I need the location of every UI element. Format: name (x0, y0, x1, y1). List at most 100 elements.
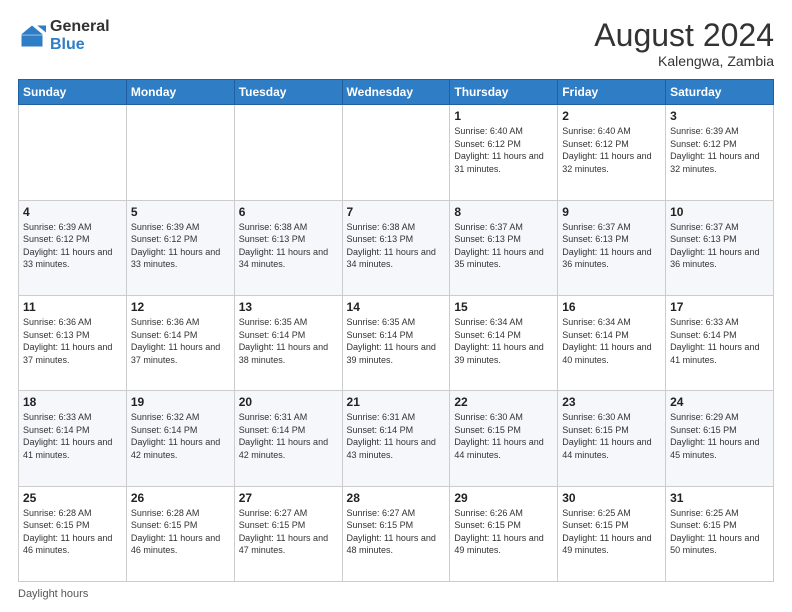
day-number: 2 (562, 109, 661, 123)
calendar-day-header: Monday (126, 80, 234, 105)
day-number: 29 (454, 491, 553, 505)
day-info: Sunrise: 6:26 AMSunset: 6:15 PMDaylight:… (454, 507, 553, 557)
day-number: 3 (670, 109, 769, 123)
day-number: 12 (131, 300, 230, 314)
day-info: Sunrise: 6:34 AMSunset: 6:14 PMDaylight:… (454, 316, 553, 366)
calendar-cell: 12 Sunrise: 6:36 AMSunset: 6:14 PMDayligh… (126, 295, 234, 390)
calendar-day-header: Friday (558, 80, 666, 105)
logo-blue-text: Blue (50, 36, 85, 53)
day-info: Sunrise: 6:25 AMSunset: 6:15 PMDaylight:… (670, 507, 769, 557)
day-info: Sunrise: 6:38 AMSunset: 6:13 PMDaylight:… (347, 221, 446, 271)
day-info: Sunrise: 6:28 AMSunset: 6:15 PMDaylight:… (23, 507, 122, 557)
calendar-cell: 19 Sunrise: 6:32 AMSunset: 6:14 PMDayligh… (126, 391, 234, 486)
calendar-header-row: SundayMondayTuesdayWednesdayThursdayFrid… (19, 80, 774, 105)
page: General Blue August 2024 Kalengwa, Zambi… (0, 0, 792, 612)
calendar-cell: 8 Sunrise: 6:37 AMSunset: 6:13 PMDaylight… (450, 200, 558, 295)
calendar-cell: 3 Sunrise: 6:39 AMSunset: 6:12 PMDaylight… (666, 105, 774, 200)
location: Kalengwa, Zambia (594, 53, 774, 69)
day-info: Sunrise: 6:31 AMSunset: 6:14 PMDaylight:… (239, 411, 338, 461)
day-number: 4 (23, 205, 122, 219)
calendar-cell: 23Sunrise: 6:30 AMSunset: 6:15 PMDayligh… (558, 391, 666, 486)
calendar-week-row: 18 Sunrise: 6:33 AMSunset: 6:14 PMDayligh… (19, 391, 774, 486)
logo-general-text: General (50, 18, 110, 35)
calendar-cell: 29 Sunrise: 6:26 AMSunset: 6:15 PMDayligh… (450, 486, 558, 581)
calendar-cell: 17 Sunrise: 6:33 AMSunset: 6:14 PMDayligh… (666, 295, 774, 390)
calendar-cell (342, 105, 450, 200)
day-number: 9 (562, 205, 661, 219)
day-number: 28 (347, 491, 446, 505)
day-info: Sunrise: 6:32 AMSunset: 6:14 PMDaylight:… (131, 411, 230, 461)
month-year: August 2024 (594, 18, 774, 53)
day-number: 31 (670, 491, 769, 505)
day-info: Sunrise: 6:30 AMSunset: 6:15 PMDaylight:… (562, 411, 661, 461)
calendar-day-header: Wednesday (342, 80, 450, 105)
day-number: 21 (347, 395, 446, 409)
day-info: Sunrise: 6:35 AMSunset: 6:14 PMDaylight:… (347, 316, 446, 366)
day-info: Sunrise: 6:39 AMSunset: 6:12 PMDaylight:… (131, 221, 230, 271)
calendar-cell: 16 Sunrise: 6:34 AMSunset: 6:14 PMDayligh… (558, 295, 666, 390)
day-info: Sunrise: 6:37 AMSunset: 6:13 PMDaylight:… (670, 221, 769, 271)
calendar-day-header: Saturday (666, 80, 774, 105)
calendar-table: SundayMondayTuesdayWednesdayThursdayFrid… (18, 79, 774, 582)
calendar-cell (19, 105, 127, 200)
calendar-day-header: Thursday (450, 80, 558, 105)
day-info: Sunrise: 6:33 AMSunset: 6:14 PMDaylight:… (23, 411, 122, 461)
calendar-day-header: Sunday (19, 80, 127, 105)
calendar-cell: 30Sunrise: 6:25 AMSunset: 6:15 PMDayligh… (558, 486, 666, 581)
day-info: Sunrise: 6:31 AMSunset: 6:14 PMDaylight:… (347, 411, 446, 461)
calendar-cell: 14 Sunrise: 6:35 AMSunset: 6:14 PMDayligh… (342, 295, 450, 390)
day-info: Sunrise: 6:34 AMSunset: 6:14 PMDaylight:… (562, 316, 661, 366)
calendar-cell: 21 Sunrise: 6:31 AMSunset: 6:14 PMDayligh… (342, 391, 450, 486)
calendar-cell: 4Sunrise: 6:39 AMSunset: 6:12 PMDaylight… (19, 200, 127, 295)
calendar-cell: 2 Sunrise: 6:40 AMSunset: 6:12 PMDaylight… (558, 105, 666, 200)
day-info: Sunrise: 6:36 AMSunset: 6:13 PMDaylight:… (23, 316, 122, 366)
calendar-cell: 20Sunrise: 6:31 AMSunset: 6:14 PMDayligh… (234, 391, 342, 486)
calendar-cell: 5 Sunrise: 6:39 AMSunset: 6:12 PMDaylight… (126, 200, 234, 295)
calendar-week-row: 1 Sunrise: 6:40 AMSunset: 6:12 PMDaylight… (19, 105, 774, 200)
calendar-cell: 27 Sunrise: 6:27 AMSunset: 6:15 PMDayligh… (234, 486, 342, 581)
calendar-week-row: 25 Sunrise: 6:28 AMSunset: 6:15 PMDayligh… (19, 486, 774, 581)
day-number: 18 (23, 395, 122, 409)
day-number: 6 (239, 205, 338, 219)
day-number: 22 (454, 395, 553, 409)
day-info: Sunrise: 6:33 AMSunset: 6:14 PMDaylight:… (670, 316, 769, 366)
calendar-cell: 11Sunrise: 6:36 AMSunset: 6:13 PMDayligh… (19, 295, 127, 390)
day-number: 5 (131, 205, 230, 219)
day-info: Sunrise: 6:35 AMSunset: 6:14 PMDaylight:… (239, 316, 338, 366)
calendar-cell: 25 Sunrise: 6:28 AMSunset: 6:15 PMDayligh… (19, 486, 127, 581)
day-info: Sunrise: 6:36 AMSunset: 6:14 PMDaylight:… (131, 316, 230, 366)
day-info: Sunrise: 6:29 AMSunset: 6:15 PMDaylight:… (670, 411, 769, 461)
day-info: Sunrise: 6:37 AMSunset: 6:13 PMDaylight:… (454, 221, 553, 271)
day-number: 16 (562, 300, 661, 314)
calendar-cell: 24Sunrise: 6:29 AMSunset: 6:15 PMDayligh… (666, 391, 774, 486)
day-number: 19 (131, 395, 230, 409)
day-info: Sunrise: 6:40 AMSunset: 6:12 PMDaylight:… (562, 125, 661, 175)
calendar-day-header: Tuesday (234, 80, 342, 105)
calendar-cell: 18 Sunrise: 6:33 AMSunset: 6:14 PMDayligh… (19, 391, 127, 486)
day-info: Sunrise: 6:27 AMSunset: 6:15 PMDaylight:… (239, 507, 338, 557)
day-number: 14 (347, 300, 446, 314)
logo-text: General Blue (50, 18, 110, 53)
calendar-cell: 6Sunrise: 6:38 AMSunset: 6:13 PMDaylight… (234, 200, 342, 295)
day-number: 26 (131, 491, 230, 505)
day-info: Sunrise: 6:40 AMSunset: 6:12 PMDaylight:… (454, 125, 553, 175)
calendar-cell: 22 Sunrise: 6:30 AMSunset: 6:15 PMDayligh… (450, 391, 558, 486)
day-number: 8 (454, 205, 553, 219)
day-number: 30 (562, 491, 661, 505)
day-info: Sunrise: 6:28 AMSunset: 6:15 PMDaylight:… (131, 507, 230, 557)
day-number: 15 (454, 300, 553, 314)
calendar-cell: 15 Sunrise: 6:34 AMSunset: 6:14 PMDayligh… (450, 295, 558, 390)
calendar-cell: 31 Sunrise: 6:25 AMSunset: 6:15 PMDayligh… (666, 486, 774, 581)
title-block: August 2024 Kalengwa, Zambia (594, 18, 774, 69)
day-number: 27 (239, 491, 338, 505)
day-number: 17 (670, 300, 769, 314)
logo: General Blue (18, 18, 110, 53)
logo-icon (18, 22, 46, 50)
calendar-cell (234, 105, 342, 200)
day-number: 25 (23, 491, 122, 505)
day-number: 1 (454, 109, 553, 123)
calendar-week-row: 11Sunrise: 6:36 AMSunset: 6:13 PMDayligh… (19, 295, 774, 390)
day-info: Sunrise: 6:30 AMSunset: 6:15 PMDaylight:… (454, 411, 553, 461)
day-info: Sunrise: 6:39 AMSunset: 6:12 PMDaylight:… (670, 125, 769, 175)
calendar-cell (126, 105, 234, 200)
